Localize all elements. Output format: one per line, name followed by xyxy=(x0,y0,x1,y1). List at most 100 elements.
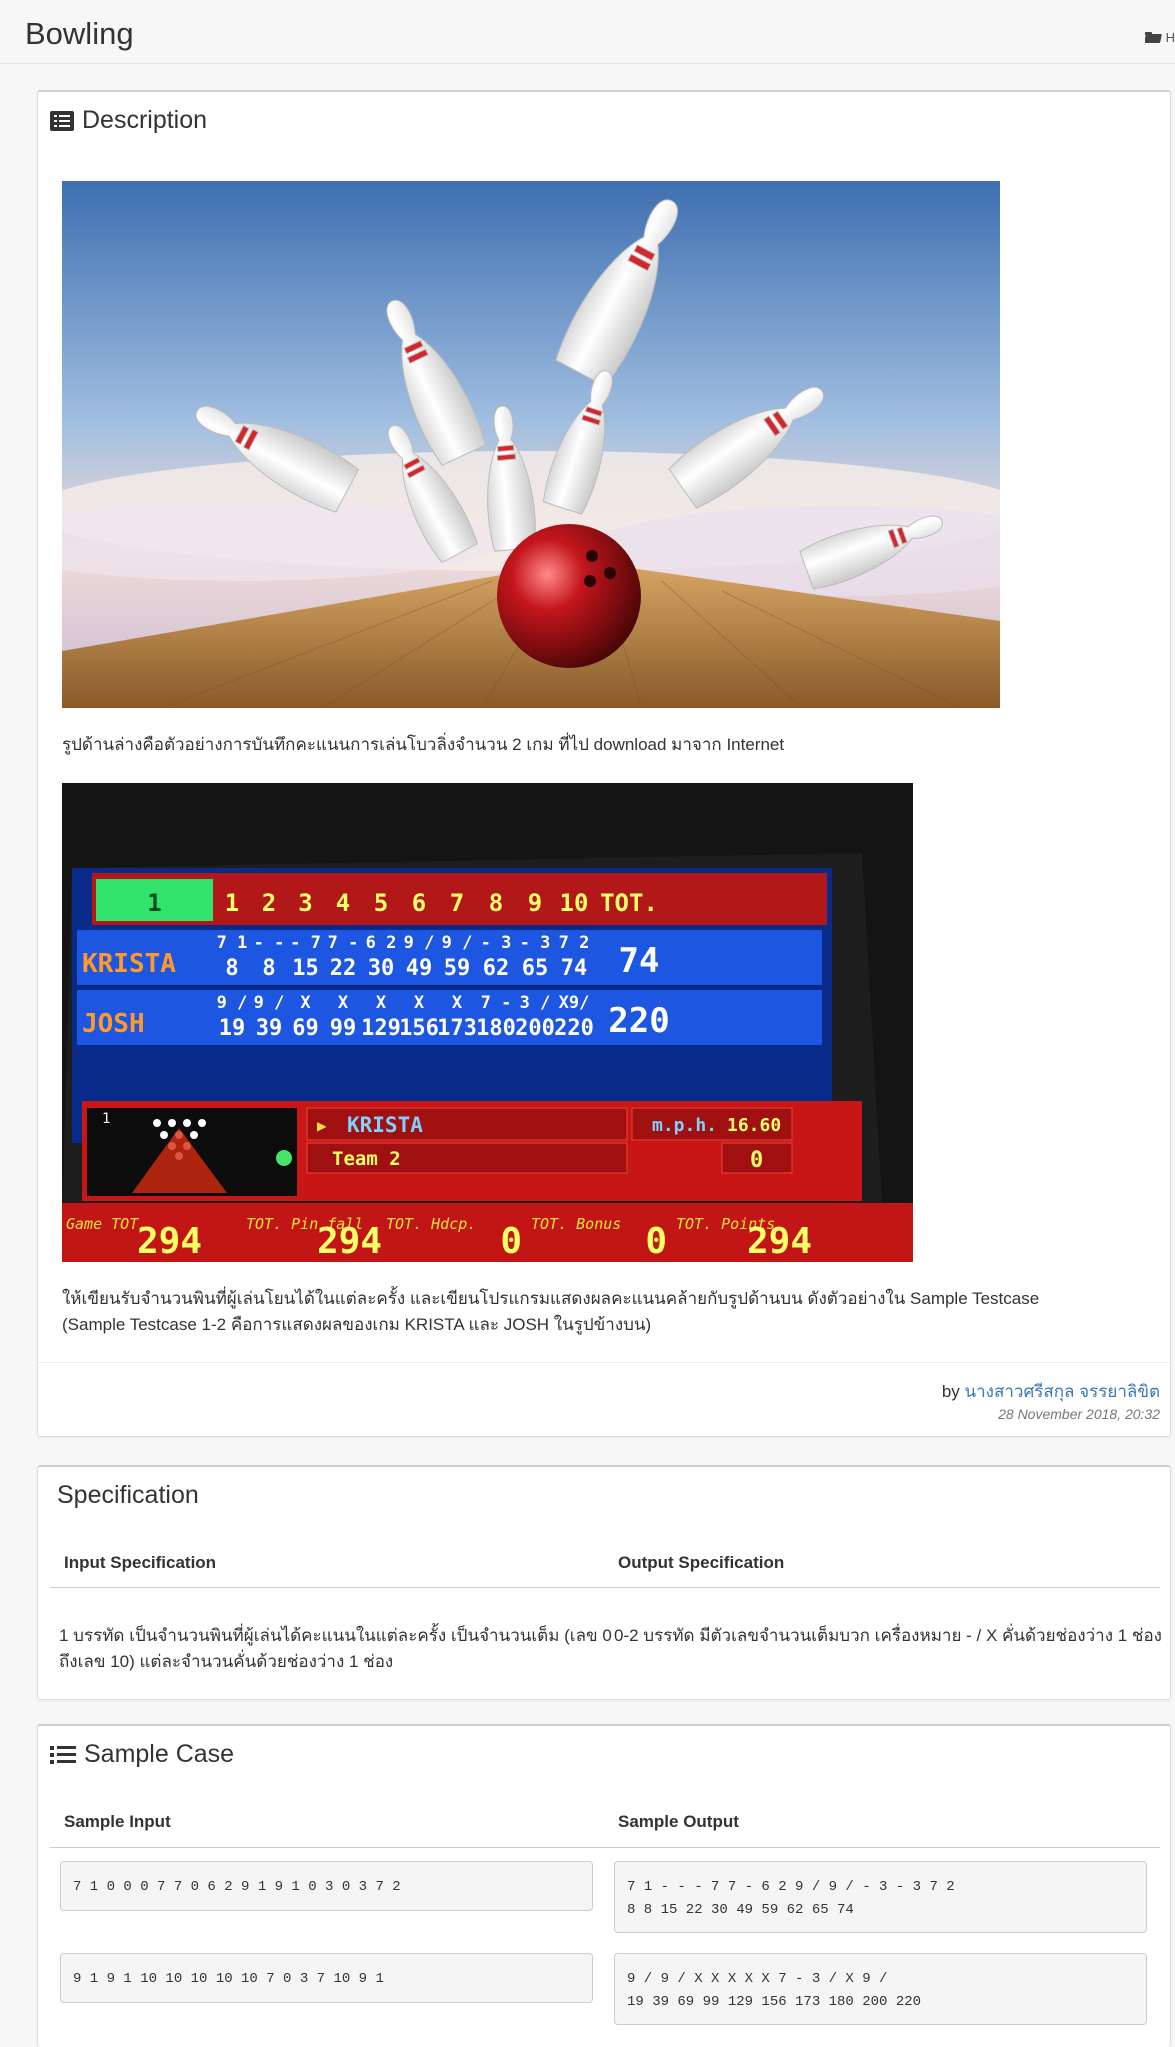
speed-label: m.p.h. xyxy=(652,1115,717,1136)
speed-value: 16.60 xyxy=(727,1115,781,1136)
sample-case-panel: Sample Case Sample Input Sample Output 7… xyxy=(37,1724,1171,2047)
sample-output-header: Sample Output xyxy=(618,1812,739,1831)
player-0-mark-2: - 7 xyxy=(290,933,321,953)
frame-header-10: 10 xyxy=(560,889,589,917)
player-0-mark-6: 9 / xyxy=(442,933,473,953)
player-0-mark-7: - 3 xyxy=(481,933,512,953)
page-title: Bowling xyxy=(25,16,134,51)
player-0-score-4: 30 xyxy=(368,956,395,981)
player-1-mark-1: 9 / xyxy=(254,993,285,1013)
player-1-score-6: 173 xyxy=(437,1016,477,1041)
frame-header-1: 1 xyxy=(225,889,239,917)
player-0-mark-8: - 3 xyxy=(520,933,551,953)
frame-header-3: 3 xyxy=(298,889,312,917)
sample-output-2-line-1: 9 / 9 / X X X X X 7 - 3 / X 9 / xyxy=(627,1971,888,1987)
frame-header-6: 6 xyxy=(412,889,426,917)
player-0-mark-9: 7 2 xyxy=(559,933,590,953)
list-ul-icon xyxy=(50,1744,76,1766)
instruction-line-1: ให้เขียนรับจำนวนพินที่ผู้เล่นโยนได้ในแต่… xyxy=(62,1289,1040,1308)
player-total-0: 74 xyxy=(619,941,660,981)
player-0-score-0: 8 xyxy=(225,956,238,981)
bowling-illustration xyxy=(62,181,1000,708)
bottom-label-0: Game TOT. xyxy=(66,1215,147,1233)
player-name-0: KRISTA xyxy=(82,949,176,979)
player-1-score-1: 39 xyxy=(256,1016,283,1041)
player-1-mark-7: 7 - xyxy=(481,993,512,1013)
specification-panel: Specification Input Specification Output… xyxy=(37,1465,1171,1700)
breadcrumb[interactable]: H xyxy=(1145,30,1175,45)
player-1-mark-3: X xyxy=(338,993,349,1013)
player-0-mark-0: 7 1 xyxy=(217,933,248,953)
description-title: Description xyxy=(82,106,208,134)
team-label: Team 2 xyxy=(332,1148,401,1170)
description-heading: Description xyxy=(50,106,207,135)
frame-header-4: 4 xyxy=(336,889,350,917)
by-label: by xyxy=(941,1382,960,1401)
player-1-score-7: 180 xyxy=(476,1016,516,1041)
breadcrumb-label[interactable]: H xyxy=(1166,30,1175,45)
bottom-value-0: 294 xyxy=(137,1221,202,1262)
output-spec-line-1: 0-2 บรรทัด มีตัวเลขจำนวนเต็มบวก เครื่องห… xyxy=(614,1626,1162,1645)
frame-header-11: TOT. xyxy=(600,889,658,917)
player-0-score-2: 15 xyxy=(292,956,319,981)
author-line: by นางสาวศรีสกุล จรรยาลิขิต xyxy=(942,1378,1160,1405)
list-alt-icon xyxy=(50,110,74,131)
sample-input-1[interactable]: 7 1 0 0 0 7 7 0 6 2 9 1 9 1 0 3 0 3 7 2 xyxy=(60,1861,593,1911)
sample-case-title: Sample Case xyxy=(84,1740,235,1768)
player-total-1: 220 xyxy=(608,1001,669,1041)
sample-header-divider xyxy=(50,1847,1160,1848)
player-1-score-8: 200 xyxy=(515,1016,555,1041)
bottom-label-3: TOT. Bonus xyxy=(531,1215,621,1233)
player-1-mark-8: 3 / xyxy=(520,993,551,1013)
player-0-mark-4: 6 2 xyxy=(366,933,397,953)
sample-input-2-text: 9 1 9 1 10 10 10 10 10 7 0 3 7 10 9 1 xyxy=(73,1971,384,1987)
team-value: 0 xyxy=(750,1148,763,1173)
player-name-1: JOSH xyxy=(82,1009,145,1039)
player-0-score-5: 49 xyxy=(406,956,433,981)
sample-input-2[interactable]: 9 1 9 1 10 10 10 10 10 7 0 3 7 10 9 1 xyxy=(60,1953,593,2003)
frame-header-9: 9 xyxy=(528,889,542,917)
input-spec-line-1: 1 บรรทัด เป็นจำนวนพินที่ผู้เล่นได้คะแนนใ… xyxy=(59,1626,612,1645)
sample-case-heading: Sample Case xyxy=(50,1740,234,1769)
folder-open-icon xyxy=(1145,32,1160,43)
player-1-score-5: 156 xyxy=(399,1016,439,1041)
sample-output-1-line-1: 7 1 - - - 7 7 - 6 2 9 / 9 / - 3 - 3 7 2 xyxy=(627,1879,955,1895)
player-0-score-3: 22 xyxy=(330,956,357,981)
player-1-mark-2: X xyxy=(300,993,311,1013)
player-0-mark-1: - - xyxy=(254,933,285,953)
player-0-score-9: 74 xyxy=(561,956,588,981)
sample-output-2[interactable]: 9 / 9 / X X X X X 7 - 3 / X 9 / 19 39 69… xyxy=(614,1953,1147,2025)
image-caption: รูปด้านล่างคือตัวอย่างการบันทึกคะแนนการเ… xyxy=(62,735,785,754)
post-date: 28 November 2018, 20:32 xyxy=(998,1406,1160,1422)
player-0-score-8: 65 xyxy=(522,956,549,981)
sample-output-2-line-2: 19 39 69 99 129 156 173 180 200 220 xyxy=(627,1994,922,2010)
bowling-illustration-svg xyxy=(62,181,1000,708)
top-bar: Bowling H xyxy=(0,0,1175,64)
player-1-mark-6: X xyxy=(452,993,463,1013)
sample-input-header: Sample Input xyxy=(64,1812,171,1831)
player-1-score-0: 19 xyxy=(219,1016,246,1041)
frame-header-5: 5 xyxy=(374,889,388,917)
player-0-score-7: 62 xyxy=(483,956,510,981)
frame-header-7: 7 xyxy=(450,889,464,917)
player-0-mark-3: 7 - xyxy=(328,933,359,953)
bottom-value-4: 294 xyxy=(747,1221,812,1262)
sample-output-1-line-2: 8 8 15 22 30 49 59 62 65 74 xyxy=(627,1902,854,1918)
spec-header-divider xyxy=(50,1587,1160,1588)
frame-header-2: 2 xyxy=(262,889,276,917)
sample-output-1[interactable]: 7 1 - - - 7 7 - 6 2 9 / 9 / - 3 - 3 7 2 … xyxy=(614,1861,1147,1933)
current-player-label: KRISTA xyxy=(347,1113,423,1137)
output-spec-header: Output Specification xyxy=(618,1553,785,1572)
svg-text:1: 1 xyxy=(102,1111,110,1127)
player-1-score-2: 69 xyxy=(292,1016,319,1041)
player-1-mark-0: 9 / xyxy=(217,993,248,1013)
player-1-score-9: 220 xyxy=(554,1016,594,1041)
instruction-line-2: (Sample Testcase 1-2 คือการแสดงผลของเกม … xyxy=(62,1315,652,1334)
bottom-label-2: TOT. Hdcp. xyxy=(386,1215,476,1233)
input-spec-line-2: ถึงเลข 10) แต่ละจำนวนคั่นด้วยช่องว่าง 1 … xyxy=(59,1652,394,1671)
footer-divider xyxy=(38,1362,1170,1363)
bottom-value-3: 0 xyxy=(645,1221,667,1262)
author-link[interactable]: นางสาวศรีสกุล จรรยาลิขิต xyxy=(965,1382,1160,1401)
frame-header-0: 1 xyxy=(147,889,161,917)
bottom-value-1: 294 xyxy=(317,1221,382,1262)
